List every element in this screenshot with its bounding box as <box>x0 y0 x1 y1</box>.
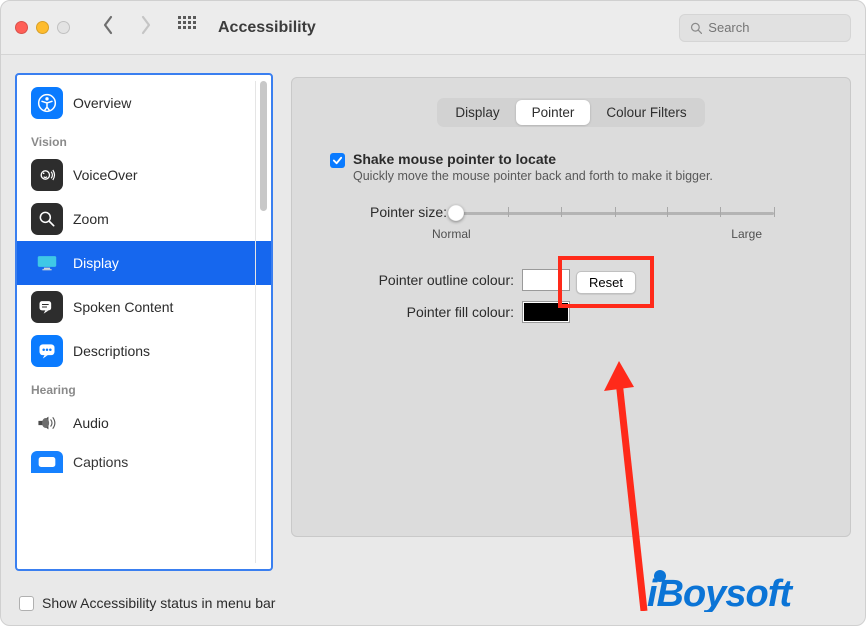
audio-icon <box>31 407 63 439</box>
pointer-size-slider[interactable] <box>456 203 774 223</box>
section-hearing: Hearing <box>17 373 271 401</box>
status-menubar-label: Show Accessibility status in menu bar <box>42 595 275 611</box>
sidebar-item-descriptions[interactable]: Descriptions <box>17 329 271 373</box>
slider-max-label: Large <box>731 227 762 241</box>
tabs: Display Pointer Colour Filters <box>312 98 830 127</box>
status-menubar-checkbox[interactable] <box>19 596 34 611</box>
sidebar-item-spoken-content[interactable]: Spoken Content <box>17 285 271 329</box>
sidebar: Overview Vision VoiceOver Zoom Displa <box>15 73 273 571</box>
voiceover-icon <box>31 159 63 191</box>
content-panel: Display Pointer Colour Filters Shake mou… <box>291 77 851 537</box>
back-button[interactable] <box>100 15 116 40</box>
sidebar-item-label: Captions <box>73 454 128 470</box>
shake-label: Shake mouse pointer to locate <box>353 151 713 167</box>
page-title: Accessibility <box>218 19 316 37</box>
scrollbar-thumb[interactable] <box>260 81 267 211</box>
sidebar-item-audio[interactable]: Audio <box>17 401 271 445</box>
captions-icon <box>31 451 63 473</box>
search-icon <box>690 21 702 35</box>
forward-button[interactable] <box>138 15 154 40</box>
search-input[interactable] <box>708 20 840 35</box>
fill-color-label: Pointer fill colour: <box>312 304 522 320</box>
svg-text:iBoysoft: iBoysoft <box>647 573 793 612</box>
display-icon <box>31 247 63 279</box>
tab-pointer[interactable]: Pointer <box>516 100 591 125</box>
accessibility-prefs-window: Accessibility Overview Vision VoiceOver <box>0 0 866 626</box>
tab-colour-filters[interactable]: Colour Filters <box>590 100 702 125</box>
shake-description: Quickly move the mouse pointer back and … <box>353 169 713 183</box>
traffic-lights <box>15 21 70 34</box>
tab-display[interactable]: Display <box>439 100 515 125</box>
sidebar-item-label: Audio <box>73 415 109 431</box>
section-vision: Vision <box>17 125 271 153</box>
reset-highlight-box: Reset <box>558 256 654 308</box>
toolbar: Accessibility <box>1 1 865 55</box>
sidebar-item-label: VoiceOver <box>73 167 138 183</box>
sidebar-item-label: Display <box>73 255 119 271</box>
descriptions-icon <box>31 335 63 367</box>
sidebar-item-voiceover[interactable]: VoiceOver <box>17 153 271 197</box>
zoom-icon <box>31 203 63 235</box>
close-window[interactable] <box>15 21 28 34</box>
watermark: iBoysoft <box>647 566 847 617</box>
slider-min-label: Normal <box>432 227 471 241</box>
sidebar-item-label: Overview <box>73 95 131 111</box>
sidebar-item-overview[interactable]: Overview <box>17 81 271 125</box>
slider-knob[interactable] <box>448 205 464 221</box>
sidebar-item-display[interactable]: Display <box>17 241 271 285</box>
sidebar-item-captions[interactable]: Captions <box>17 445 271 479</box>
sidebar-item-label: Zoom <box>73 211 109 227</box>
sidebar-item-zoom[interactable]: Zoom <box>17 197 271 241</box>
shake-checkbox[interactable] <box>330 153 345 168</box>
outline-color-label: Pointer outline colour: <box>312 272 522 288</box>
search-field[interactable] <box>679 14 851 42</box>
fullscreen-window[interactable] <box>57 21 70 34</box>
pointer-size-label: Pointer size: <box>370 204 447 220</box>
minimize-window[interactable] <box>36 21 49 34</box>
accessibility-icon <box>31 87 63 119</box>
reset-button[interactable]: Reset <box>576 271 636 294</box>
spoken-content-icon <box>31 291 63 323</box>
show-all-icon[interactable] <box>178 16 196 39</box>
nav-buttons <box>100 15 154 40</box>
sidebar-item-label: Descriptions <box>73 343 150 359</box>
sidebar-item-label: Spoken Content <box>73 299 173 315</box>
